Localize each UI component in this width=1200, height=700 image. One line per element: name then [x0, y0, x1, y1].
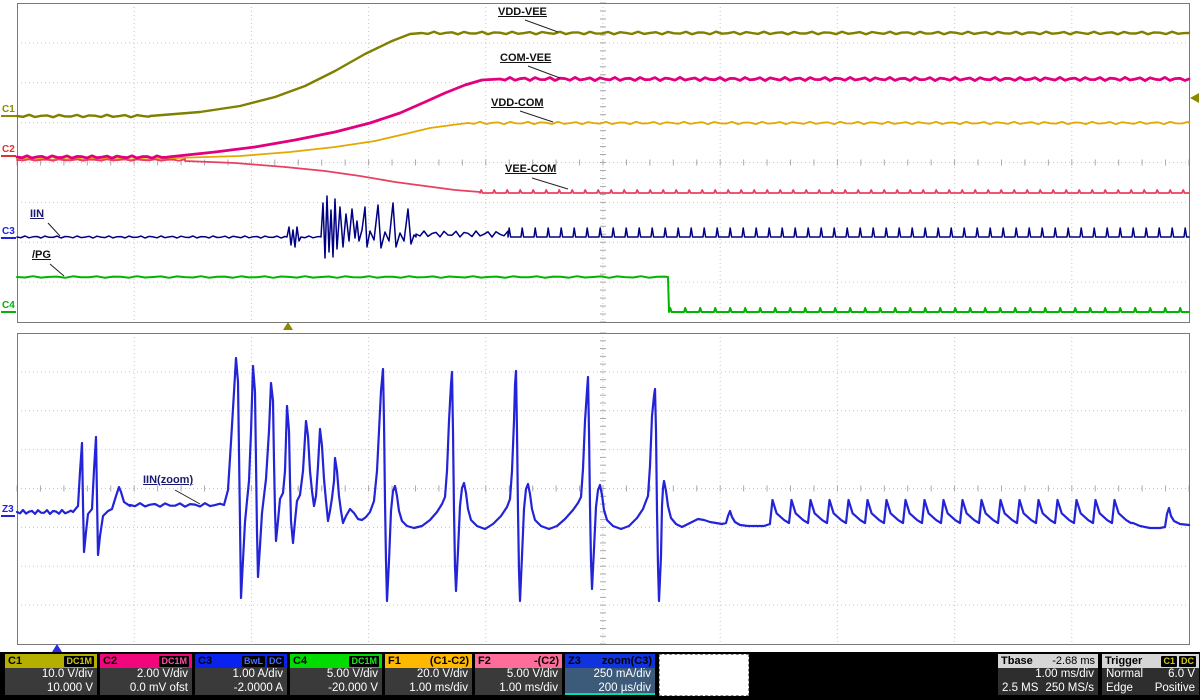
coupling-badge: DC1M: [64, 656, 94, 667]
label-arrow: [525, 20, 558, 32]
channel-id: F2: [478, 655, 491, 667]
sample-rate: 250 MS/s: [1045, 682, 1094, 696]
trace-label-com-vee: COM-VEE: [500, 52, 551, 64]
volts-per-div: 5.00 V/div: [479, 668, 558, 682]
trigger-label: Trigger: [1105, 655, 1142, 667]
time-per-div: 1.00 ms/div: [389, 682, 468, 696]
channel-marker-c2[interactable]: C2: [1, 144, 16, 157]
label-arrow: [528, 66, 560, 78]
time-per-div: 200 µs/div: [569, 682, 651, 696]
trigger-mode: Normal: [1106, 668, 1143, 682]
channel-id: C4: [293, 655, 307, 667]
trigger-level-marker[interactable]: [1190, 93, 1199, 103]
time-per-div: 1.00 ms/div: [1002, 668, 1094, 682]
coupling-badge: DC: [267, 656, 284, 667]
time-per-div: 1.00 ms/div: [479, 682, 558, 696]
channel-id: Z3: [568, 655, 581, 667]
channel-descriptor-c3[interactable]: C3 BwLDC 1.00 A/div-2.0000 A: [195, 654, 287, 695]
volts-per-div: 5.00 V/div: [294, 668, 378, 682]
timebase-descriptor[interactable]: Tbase -2.68 ms 1.00 ms/div2.5 MS 250 MS/s: [998, 654, 1098, 695]
trigger-source-badge: C1: [1161, 656, 1177, 667]
trigger-time-marker[interactable]: [283, 322, 293, 330]
channel-marker-c3[interactable]: C3: [1, 226, 16, 239]
trigger-slope: Positive: [1155, 682, 1195, 696]
volts-per-div: 10.0 V/div: [9, 668, 93, 682]
oscilloscope-screen: C1 DC1M 10.0 V/div10.000 V C2 DC1M 2.00 V/…: [0, 0, 1200, 700]
label-arrow: [48, 223, 60, 236]
trigger-level: 6.0 V: [1168, 668, 1195, 682]
offset-value: -20.000 V: [294, 682, 378, 696]
trace-label-iin: IIN: [30, 208, 44, 220]
timebase-delay: -2.68 ms: [1052, 655, 1095, 667]
offset-value: 0.0 mV ofst: [104, 682, 188, 696]
math-descriptor-f1[interactable]: F1 (C1-C2) 20.0 V/div1.00 ms/div: [385, 654, 472, 695]
channel-descriptor-c2[interactable]: C2 DC1M 2.00 V/div0.0 mV ofst: [100, 654, 192, 695]
empty-descriptor-slot[interactable]: [659, 654, 749, 696]
sample-count: 2.5 MS: [1002, 682, 1038, 696]
volts-per-div: 2.00 V/div: [104, 668, 188, 682]
offset-value: -2.0000 A: [199, 682, 283, 696]
channel-marker-z3[interactable]: Z3: [1, 504, 15, 517]
channel-marker-c4[interactable]: C4: [1, 300, 16, 313]
trace-label-iin-zoom: IIN(zoom): [143, 474, 193, 486]
trace-label-pg: /PG: [32, 249, 51, 261]
channel-id: C1: [8, 655, 22, 667]
zoom-position-marker[interactable]: [52, 644, 62, 652]
math-expression: (C1-C2): [430, 655, 469, 667]
zoom-source: zoom(C3): [602, 655, 652, 667]
channel-descriptor-c4[interactable]: C4 DC1M 5.00 V/div-20.000 V: [290, 654, 382, 695]
label-arrow: [532, 178, 568, 189]
trace-label-vdd-vee: VDD-VEE: [498, 6, 547, 18]
amps-per-div: 1.00 A/div: [199, 668, 283, 682]
volts-per-div: 20.0 V/div: [389, 668, 468, 682]
grid-bottom: [17, 333, 1190, 645]
waveform-display: [0, 0, 1200, 700]
trace-label-vdd-com: VDD-COM: [491, 97, 544, 109]
trigger-descriptor[interactable]: Trigger C1DC Normal 6.0 V Edge Positive: [1102, 654, 1199, 695]
trace-label-vee-com: VEE-COM: [505, 163, 556, 175]
coupling-badge: DC1M: [159, 656, 189, 667]
trigger-coupling-badge: DC: [1179, 656, 1196, 667]
trace-c4-pg: [17, 276, 1189, 312]
channel-descriptor-c1[interactable]: C1 DC1M 10.0 V/div10.000 V: [5, 654, 97, 695]
channel-id: F1: [388, 655, 401, 667]
trigger-type: Edge: [1106, 682, 1133, 696]
math-descriptor-f2[interactable]: F2 -(C2) 5.00 V/div1.00 ms/div: [475, 654, 562, 695]
amps-per-div: 250 mA/div: [569, 668, 651, 682]
label-arrow: [175, 490, 200, 504]
status-bar: C1 DC1M 10.0 V/div10.000 V C2 DC1M 2.00 V/…: [0, 652, 1200, 700]
bandwidth-badge: BwL: [242, 656, 265, 667]
offset-value: 10.000 V: [9, 682, 93, 696]
channel-id: C2: [103, 655, 117, 667]
label-arrow: [520, 111, 553, 122]
coupling-badge: DC1M: [349, 656, 379, 667]
zoom-descriptor-z3[interactable]: Z3 zoom(C3) 250 mA/div200 µs/div: [565, 654, 655, 695]
label-arrow: [50, 264, 64, 276]
timebase-label: Tbase: [1001, 655, 1033, 667]
channel-id: C3: [198, 655, 212, 667]
channel-marker-c1[interactable]: C1: [1, 104, 16, 117]
grid-top: [17, 3, 1190, 323]
math-expression: -(C2): [534, 655, 559, 667]
